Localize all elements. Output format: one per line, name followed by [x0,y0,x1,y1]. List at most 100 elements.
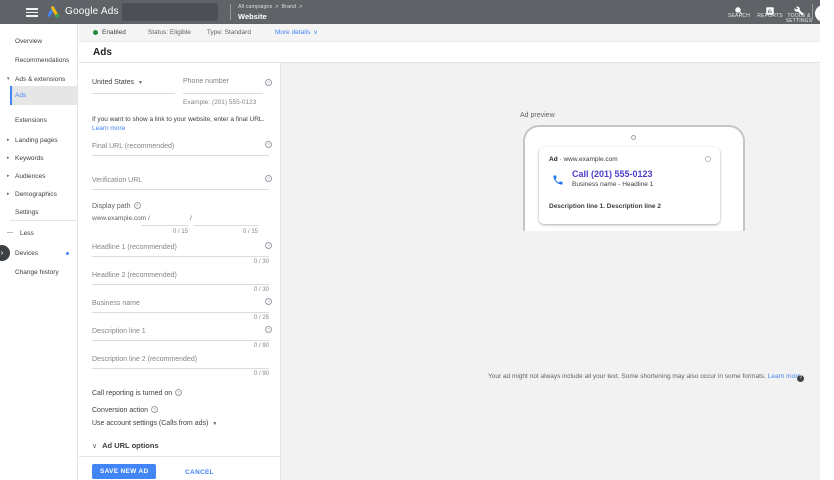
phone-camera-dot [631,135,636,140]
sidebar-item-less[interactable]: — Less [0,226,78,240]
left-navigation: Overview Recommendations ▾ Ads & extensio… [0,24,78,480]
conversion-action-select[interactable]: Use account settings (Calls from ads) ▼ [92,420,217,427]
sidebar-item-ads-extensions[interactable]: ▾ Ads & extensions [0,72,78,86]
call-row: Call (201) 555-0123 Business name - Head… [552,169,653,188]
menu-icon[interactable] [26,8,38,17]
info-icon [705,156,711,162]
ad-url-options-toggle[interactable]: ∨ Ad URL options [92,441,159,450]
breadcrumb-separator: > [299,4,303,10]
more-details-link[interactable]: More details ∨ [275,29,318,36]
headline1-underline [92,256,269,257]
topbar-divider [230,4,231,20]
google-ads-logo-icon [46,5,60,23]
caret-right-icon: ▸ [7,191,10,197]
page-title-row: Ads [79,42,820,63]
final-url-field[interactable]: Final URL (recommended) [92,143,174,150]
char-counter: 0 / 30 [253,287,269,293]
sidebar-item-demographics[interactable]: ▸ Demographics [0,187,78,201]
notification-dot [66,252,69,255]
help-icon[interactable]: ? [175,389,183,396]
verification-url-field[interactable]: Verification URL [92,177,142,184]
enabled-status-dot [93,30,98,35]
help-icon[interactable]: ? [265,242,272,249]
save-new-ad-button[interactable]: SAVE NEW AD [92,464,157,479]
path2-input[interactable] [194,225,258,226]
breadcrumb-current-page: Website [238,12,267,21]
display-path-base: www.example.com / [92,215,150,222]
description2-field[interactable]: Description line 2 (recommended) [92,356,197,363]
help-icon[interactable]: ? [265,298,272,305]
reports-button[interactable]: REPORTS [753,3,787,19]
ad-preview-card: Ad · www.example.com Call (201) 555-0123… [539,147,720,224]
chevron-right-icon: › [0,248,4,257]
sidebar-item-devices[interactable]: Devices [0,246,78,260]
caret-right-icon: ▸ [7,173,10,179]
help-icon[interactable]: ? [151,406,159,413]
help-icon[interactable]: ? [265,175,272,182]
cancel-button[interactable]: CANCEL [185,469,214,476]
chevron-down-icon: ∨ [313,30,318,36]
sidebar-item-keywords[interactable]: ▸ Keywords [0,151,78,165]
sidebar-item-recommendations[interactable]: Recommendations [0,53,78,67]
char-counter: 0 / 30 [253,259,269,265]
tools-settings-button[interactable]: TOOLS & SETTINGS [784,3,814,24]
headline2-field[interactable]: Headline 2 (recommended) [92,272,177,279]
search-button[interactable]: SEARCH [722,3,756,19]
country-select[interactable]: United States ▼ [92,79,143,86]
path-separator: / [190,215,192,222]
sidebar-item-change-history[interactable]: Change history [0,265,78,279]
path1-input[interactable] [141,225,188,226]
ad-edit-form: United States▼ ? Example: (201) 555-0123… [79,63,280,480]
sidebar-item-ads[interactable]: Ads [10,86,78,105]
help-icon[interactable]: ? [133,202,141,209]
status-value: Status: Eligible [147,29,191,36]
page-title: Ads [93,47,112,58]
profile-avatar[interactable] [815,5,832,22]
sidebar-item-audiences[interactable]: ▸ Audiences [0,169,78,183]
enabled-label: Enabled [102,29,126,36]
phone-call-icon [552,173,564,191]
help-icon[interactable]: ? [265,141,272,148]
breadcrumb-campaign[interactable]: Brand [281,4,296,10]
preview-disclaimer: Your ad might not always include all you… [396,373,834,382]
phone-underline [183,93,263,94]
description1-underline [92,340,269,341]
caret-right-icon: ▸ [7,155,10,161]
learn-more-link[interactable]: Learn more [92,125,125,132]
brand-name: Google Ads [65,6,119,17]
conversion-action-label: Conversion action? [92,406,159,414]
caret-down-icon: ▾ [7,76,10,82]
top-app-bar: Google Ads All campaigns > Brand > Website … [0,0,832,24]
business-name-field[interactable]: Business name [92,300,140,307]
breadcrumb: All campaigns > Brand > Website [238,3,305,21]
select-arrow-icon: ▼ [138,80,143,86]
char-counter: 0 / 90 [253,343,269,349]
business-headline-line: Business name - Headline 1 [572,181,654,188]
help-icon[interactable]: ? [265,79,272,86]
sidebar-item-landing-pages[interactable]: ▸ Landing pages [0,133,78,147]
call-reporting-label: Call reporting is turned on? [92,389,183,397]
learn-more-link[interactable]: Learn more [768,373,801,380]
char-counter: 0 / 15 [172,229,188,235]
account-search-box[interactable] [122,3,218,21]
headline2-underline [92,284,269,285]
char-counter: 0 / 25 [253,315,269,321]
breadcrumb-all-campaigns[interactable]: All campaigns [238,4,272,10]
ad-description-line: Description line 1. Description line 2 [549,203,661,210]
chevron-down-icon: ∨ [92,443,98,450]
caret-right-icon: ▸ [7,137,10,143]
business-name-underline [92,312,269,313]
country-underline [92,93,175,94]
sidebar-item-extensions[interactable]: Extensions [0,113,78,127]
verification-url-underline [92,189,269,190]
headline1-field[interactable]: Headline 1 (recommended) [92,244,177,251]
sidebar-item-overview[interactable]: Overview [0,34,78,48]
select-arrow-icon: ▼ [212,421,218,427]
help-icon[interactable]: ? [265,326,272,333]
ad-preview-label: Ad preview [520,112,555,119]
sidebar-item-settings[interactable]: Settings [0,205,78,219]
phone-number-input[interactable] [183,78,261,85]
ad-url-line: Ad · www.example.com [549,156,618,163]
description1-field[interactable]: Description line 1 [92,328,146,335]
sidebar-divider [10,220,78,221]
